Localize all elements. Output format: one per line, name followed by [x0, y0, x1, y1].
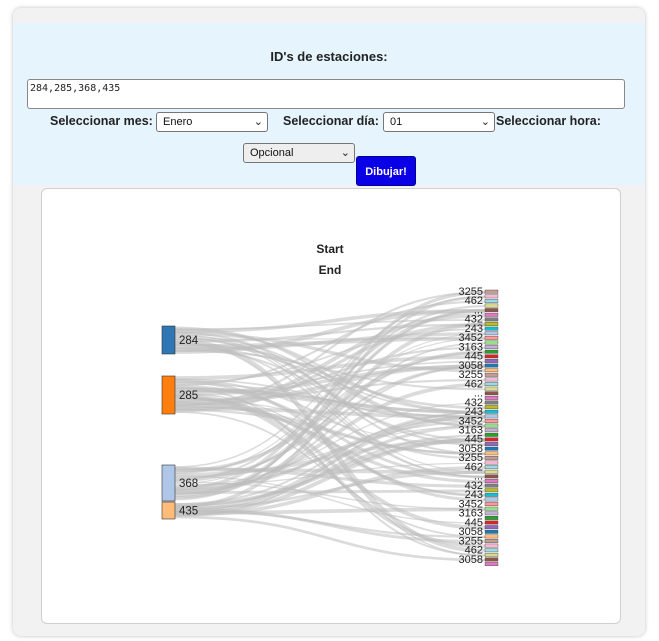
- sankey-chart: 2842853684353255462...432243345231634453…: [161, 242, 499, 566]
- chevron-down-icon: ⌄: [340, 147, 350, 159]
- target-node[interactable]: [484, 492, 499, 497]
- target-node[interactable]: [484, 303, 499, 308]
- target-node[interactable]: [484, 345, 499, 350]
- target-node[interactable]: [484, 451, 499, 456]
- target-node[interactable]: [484, 354, 499, 359]
- target-node[interactable]: [484, 460, 499, 465]
- target-node[interactable]: [484, 529, 499, 534]
- target-node[interactable]: [484, 372, 499, 377]
- target-node[interactable]: [484, 308, 499, 313]
- target-node[interactable]: [484, 548, 499, 553]
- source-node-label: 285: [179, 390, 198, 402]
- target-node[interactable]: [484, 386, 499, 391]
- target-node-label: 3058: [459, 554, 483, 566]
- chevron-down-icon: ⌄: [480, 116, 490, 128]
- target-node[interactable]: [484, 368, 499, 373]
- target-node[interactable]: [484, 520, 499, 525]
- source-node-285[interactable]: [161, 375, 176, 415]
- target-node[interactable]: [484, 562, 499, 566]
- target-node[interactable]: [484, 474, 499, 479]
- month-select[interactable]: Enero ⌄: [156, 112, 268, 132]
- source-node-284[interactable]: [161, 325, 176, 355]
- app-container: ID's de estaciones: 284,285,368,435 Sele…: [13, 8, 645, 636]
- target-node[interactable]: [484, 400, 499, 405]
- month-label: Seleccionar mes:: [50, 114, 153, 128]
- day-select[interactable]: 01 ⌄: [383, 112, 495, 132]
- target-node[interactable]: [484, 419, 499, 423]
- target-node[interactable]: [484, 456, 499, 460]
- day-select-value: 01: [390, 116, 403, 128]
- target-node[interactable]: [484, 483, 499, 488]
- draw-button[interactable]: Dibujar!: [356, 156, 416, 186]
- chart-title-end: End: [319, 263, 342, 277]
- source-node-label: 284: [179, 335, 199, 347]
- target-node[interactable]: [484, 377, 499, 382]
- target-node[interactable]: [484, 525, 499, 530]
- sankey-chart-card: 284 285 368 435 3255 462... 432 243 3452 3163 445 3…: [41, 188, 621, 624]
- target-node[interactable]: [484, 502, 499, 506]
- target-node[interactable]: [484, 465, 499, 470]
- target-node[interactable]: [484, 312, 499, 317]
- target-node[interactable]: [484, 497, 499, 502]
- sankey-links: [174, 290, 486, 562]
- target-node[interactable]: [484, 317, 499, 322]
- target-node[interactable]: [484, 414, 499, 419]
- target-node[interactable]: [484, 479, 499, 483]
- target-node[interactable]: [484, 395, 499, 400]
- hour-select[interactable]: Opcional ⌄: [243, 143, 355, 163]
- form-title: ID's de estaciones:: [270, 49, 388, 64]
- target-node[interactable]: [484, 391, 499, 396]
- target-node[interactable]: [484, 340, 499, 345]
- day-label: Seleccionar día:: [283, 114, 379, 128]
- source-node-435[interactable]: [161, 501, 176, 520]
- target-node[interactable]: [484, 363, 499, 368]
- month-select-value: Enero: [163, 116, 193, 128]
- source-node-label: 368: [179, 478, 198, 490]
- target-node[interactable]: [484, 349, 499, 354]
- target-node[interactable]: [484, 299, 499, 303]
- target-node[interactable]: [484, 326, 499, 331]
- source-node-label: 435: [179, 506, 198, 518]
- target-node[interactable]: [484, 409, 499, 414]
- target-node[interactable]: [484, 322, 499, 326]
- target-node[interactable]: [484, 552, 499, 557]
- hour-select-value: Opcional: [250, 147, 294, 159]
- target-node[interactable]: [484, 488, 499, 493]
- chart-title-start: Start: [316, 242, 343, 256]
- target-node[interactable]: [484, 534, 499, 539]
- target-node[interactable]: [484, 294, 499, 299]
- station-form: ID's de estaciones: 284,285,368,435 Sele…: [13, 23, 645, 186]
- target-node[interactable]: [484, 437, 499, 442]
- target-node[interactable]: [484, 442, 499, 446]
- target-node[interactable]: [484, 359, 499, 363]
- target-node[interactable]: [484, 335, 499, 340]
- target-node[interactable]: [484, 511, 499, 516]
- target-node[interactable]: [484, 446, 499, 451]
- target-node[interactable]: [484, 539, 499, 543]
- target-node[interactable]: [484, 543, 499, 548]
- station-ids-input[interactable]: 284,285,368,435: [27, 79, 625, 109]
- target-node[interactable]: [484, 428, 499, 433]
- target-node[interactable]: [484, 469, 499, 474]
- source-node-368[interactable]: [161, 464, 176, 502]
- target-node[interactable]: [484, 289, 499, 294]
- target-node[interactable]: [484, 516, 499, 520]
- target-node[interactable]: [484, 432, 499, 437]
- chevron-down-icon: ⌄: [253, 116, 263, 128]
- target-node[interactable]: [484, 557, 499, 562]
- target-node[interactable]: [484, 382, 499, 386]
- target-node[interactable]: [484, 506, 499, 511]
- target-node[interactable]: [484, 423, 499, 428]
- target-node[interactable]: [484, 331, 499, 336]
- target-node[interactable]: [484, 405, 499, 410]
- hour-label: Seleccionar hora:: [496, 114, 601, 128]
